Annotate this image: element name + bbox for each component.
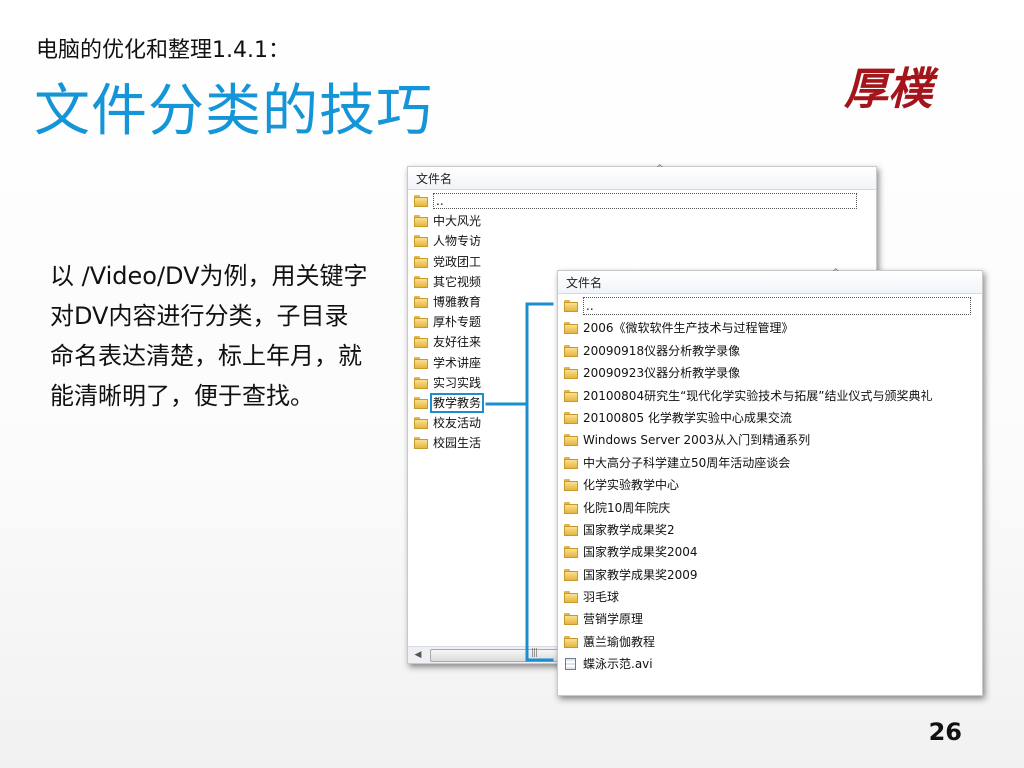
folder-icon bbox=[564, 613, 578, 626]
item-label: 党政团工 bbox=[433, 254, 482, 269]
folder-icon bbox=[564, 635, 578, 648]
item-label: 实习实践 bbox=[433, 375, 482, 390]
item-label: 友好往来 bbox=[433, 335, 482, 350]
item-label: 2006《微软软件生产技术与过程管理》 bbox=[583, 321, 794, 336]
item-label: 中大风光 bbox=[433, 214, 482, 229]
folder-icon bbox=[414, 275, 428, 288]
item-label: 蕙兰瑜伽教程 bbox=[583, 634, 656, 649]
folder-item[interactable]: 营销学原理 bbox=[558, 608, 982, 630]
item-label: 20100804研究生“现代化学实验技术与拓展”结业仪式与颁奖典礼 bbox=[583, 388, 933, 403]
video-file-icon bbox=[565, 658, 576, 671]
item-label: 学术讲座 bbox=[433, 355, 482, 370]
item-label: 人物专访 bbox=[433, 234, 482, 249]
folder-icon bbox=[414, 437, 428, 450]
folder-icon bbox=[564, 389, 578, 402]
folder-item[interactable]: 蕙兰瑜伽教程 bbox=[558, 631, 982, 653]
item-label: 国家教学成果奖2004 bbox=[583, 545, 698, 560]
item-label: 博雅教育 bbox=[433, 294, 482, 309]
column-header-label: 文件名 bbox=[416, 172, 453, 186]
folder-icon bbox=[564, 591, 578, 604]
item-label: 国家教学成果奖2 bbox=[583, 522, 675, 537]
item-label: 20100805 化学教学实验中心成果交流 bbox=[583, 410, 792, 425]
item-label: 化院10周年院庆 bbox=[583, 500, 671, 515]
folder-item[interactable]: 国家教学成果奖2004 bbox=[558, 541, 982, 563]
slide-title: 文件分类的技巧 bbox=[34, 79, 433, 144]
item-label: 20090918仪器分析教学录像 bbox=[583, 343, 741, 358]
folder-icon bbox=[414, 356, 428, 369]
folder-icon bbox=[414, 396, 428, 409]
item-label: 厚朴专题 bbox=[433, 315, 482, 330]
item-label: .. bbox=[433, 193, 857, 209]
folder-item[interactable]: 羽毛球 bbox=[558, 586, 982, 608]
folder-item[interactable]: Windows Server 2003从入门到精通系列 bbox=[558, 429, 982, 451]
item-label: 营销学原理 bbox=[583, 612, 644, 627]
item-label: 蝶泳示范.avi bbox=[583, 657, 653, 672]
sort-caret-icon: ^ bbox=[832, 268, 840, 278]
folder-icon bbox=[564, 344, 578, 357]
folder-icon bbox=[564, 546, 578, 559]
folder-item[interactable]: 20090918仪器分析教学录像 bbox=[558, 340, 982, 362]
folder-item[interactable]: 20090923仪器分析教学录像 bbox=[558, 362, 982, 384]
folder-icon bbox=[414, 336, 428, 349]
column-header-filename[interactable]: 文件名 ^ bbox=[408, 164, 876, 190]
folder-item[interactable]: 化学实验教学中心 bbox=[558, 474, 982, 496]
folder-item[interactable]: 中大风光 bbox=[408, 211, 876, 231]
folder-icon bbox=[564, 501, 578, 514]
item-label: 20090923仪器分析教学录像 bbox=[583, 366, 741, 381]
folder-item[interactable]: 20100805 化学教学实验中心成果交流 bbox=[558, 407, 982, 429]
folder-icon bbox=[564, 568, 578, 581]
folder-icon bbox=[564, 300, 578, 312]
column-header-label: 文件名 bbox=[566, 276, 603, 290]
folder-item[interactable]: 人物专访 bbox=[408, 231, 876, 251]
item-label: .. bbox=[583, 297, 971, 315]
item-label: 羽毛球 bbox=[583, 590, 620, 605]
folder-item[interactable]: 党政团工 bbox=[408, 252, 876, 272]
scrollbar-grip-icon: ||| bbox=[531, 648, 538, 658]
file-list: .. 2006《微软软件生产技术与过程管理》 20090918仪器分析教学录像 200… bbox=[558, 295, 982, 676]
logo-text: 厚樸 bbox=[843, 64, 940, 115]
folder-icon bbox=[414, 255, 428, 268]
folder-icon bbox=[564, 523, 578, 536]
folder-icon bbox=[414, 316, 428, 329]
scroll-left-icon[interactable]: ◀ bbox=[410, 648, 426, 662]
explorer-window-teaching: 文件名 ^ .. 2006《微软软件生产技术与过程管理》 20090918仪器分析教… bbox=[557, 268, 983, 696]
folder-item[interactable]: 国家教学成果奖2 bbox=[558, 519, 982, 541]
item-label: 教学教务 bbox=[429, 392, 485, 413]
folder-icon bbox=[564, 322, 578, 335]
folder-item[interactable]: 中大高分子科学建立50周年活动座谈会 bbox=[558, 452, 982, 474]
folder-icon bbox=[414, 215, 428, 228]
item-label: Windows Server 2003从入门到精通系列 bbox=[583, 433, 811, 448]
item-label: 其它视频 bbox=[433, 274, 482, 289]
folder-icon bbox=[414, 417, 428, 430]
slide-subtitle: 电脑的优化和整理1.4.1： bbox=[36, 38, 290, 63]
folder-icon bbox=[564, 456, 578, 469]
column-header-filename[interactable]: 文件名 ^ bbox=[558, 268, 982, 294]
page-number: 26 bbox=[928, 718, 962, 746]
item-label: 国家教学成果奖2009 bbox=[583, 567, 698, 582]
item-label: 校友活动 bbox=[433, 416, 482, 431]
item-label: 中大高分子科学建立50周年活动座谈会 bbox=[583, 455, 791, 470]
folder-icon bbox=[564, 434, 578, 447]
folder-item[interactable]: 化院10周年院庆 bbox=[558, 497, 982, 519]
folder-icon bbox=[414, 295, 428, 308]
folder-icon bbox=[414, 235, 428, 248]
folder-icon bbox=[564, 479, 578, 492]
folder-icon bbox=[414, 376, 428, 389]
folder-icon bbox=[564, 411, 578, 424]
folder-item[interactable]: .. bbox=[408, 191, 876, 211]
folder-icon bbox=[564, 367, 578, 380]
item-label: 校园生活 bbox=[433, 436, 482, 451]
sort-caret-icon: ^ bbox=[656, 164, 664, 174]
item-label: 化学实验教学中心 bbox=[583, 478, 680, 493]
folder-item[interactable]: 20100804研究生“现代化学实验技术与拓展”结业仪式与颁奖典礼 bbox=[558, 385, 982, 407]
folder-item[interactable]: 国家教学成果奖2009 bbox=[558, 564, 982, 586]
folder-icon bbox=[414, 195, 428, 207]
folder-item[interactable]: .. bbox=[558, 295, 982, 317]
description-text: 以 /Video/DV为例，用关键字对DV内容进行分类，子目录命名表达清楚，标上… bbox=[50, 262, 368, 410]
houpu-logo: 厚樸 bbox=[843, 64, 940, 115]
folder-item[interactable]: 2006《微软软件生产技术与过程管理》 bbox=[558, 317, 982, 339]
file-item[interactable]: 蝶泳示范.avi bbox=[558, 653, 982, 675]
